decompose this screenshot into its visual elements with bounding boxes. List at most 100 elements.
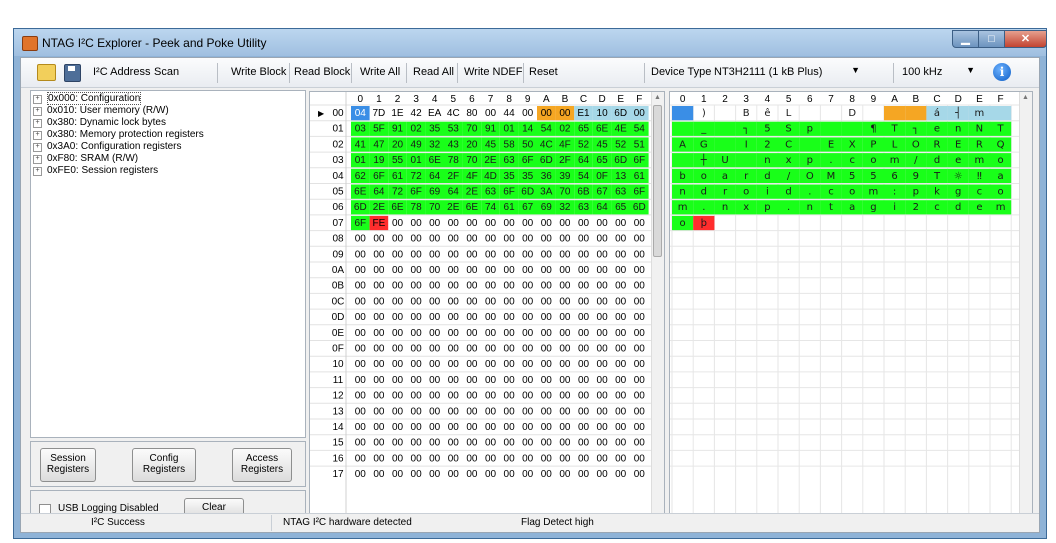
hex-cell[interactable]: 2E bbox=[484, 155, 497, 166]
hex-cell[interactable]: 65 bbox=[597, 155, 609, 166]
ascii-cell[interactable]: m bbox=[975, 108, 985, 119]
hex-cell[interactable]: 00 bbox=[559, 453, 571, 464]
hex-cell[interactable]: 69 bbox=[541, 202, 553, 213]
ascii-cell[interactable]: o bbox=[870, 155, 876, 166]
ascii-cell[interactable]: e bbox=[955, 155, 961, 166]
ascii-cell[interactable]: P bbox=[870, 139, 876, 150]
hex-cell[interactable]: 00 bbox=[559, 249, 571, 260]
session-registers-button[interactable]: Session Registers bbox=[40, 448, 96, 482]
hex-cell[interactable]: 54 bbox=[634, 124, 646, 135]
ascii-cell[interactable]: m bbox=[869, 187, 879, 198]
hex-cell[interactable]: 00 bbox=[541, 422, 553, 433]
hex-cell[interactable]: 1E bbox=[391, 108, 404, 119]
hex-cell[interactable]: 52 bbox=[615, 139, 627, 150]
read-all-button[interactable]: Read All bbox=[413, 66, 454, 78]
hex-cell[interactable]: 00 bbox=[485, 328, 497, 339]
hex-cell[interactable]: 6F bbox=[633, 187, 645, 198]
hex-cell[interactable]: 00 bbox=[411, 249, 423, 260]
hex-cell[interactable]: 00 bbox=[466, 406, 478, 417]
hex-cell[interactable]: 00 bbox=[578, 312, 590, 323]
hex-cell[interactable]: 13 bbox=[615, 171, 627, 182]
hex-cell[interactable]: 74 bbox=[485, 202, 497, 213]
hex-cell[interactable]: 01 bbox=[411, 155, 423, 166]
hex-cell[interactable]: 00 bbox=[411, 438, 423, 449]
hex-cell[interactable]: 91 bbox=[485, 124, 497, 135]
hex-cell[interactable]: 00 bbox=[559, 406, 571, 417]
hex-cell[interactable]: 00 bbox=[504, 375, 516, 386]
hex-cell[interactable]: 00 bbox=[355, 469, 367, 480]
hex-cell[interactable]: 91 bbox=[392, 124, 404, 135]
ascii-cell[interactable]: x bbox=[786, 155, 792, 166]
ascii-cell[interactable]: Q bbox=[997, 139, 1005, 150]
hex-cell[interactable]: 35 bbox=[429, 124, 441, 135]
hex-cell[interactable]: 00 bbox=[448, 234, 460, 245]
hex-cell[interactable]: 00 bbox=[541, 375, 553, 386]
hex-cell[interactable]: 00 bbox=[615, 218, 627, 229]
expand-icon[interactable]: + bbox=[33, 131, 42, 140]
hex-cell[interactable]: 00 bbox=[429, 249, 441, 260]
hex-cell[interactable]: 00 bbox=[597, 469, 609, 480]
ascii-cell[interactable]: e bbox=[934, 124, 940, 135]
hex-cell[interactable]: 00 bbox=[634, 218, 646, 229]
hex-cell[interactable]: 00 bbox=[411, 312, 423, 323]
hex-cell[interactable]: 00 bbox=[411, 359, 423, 370]
hex-cell[interactable]: 70 bbox=[466, 124, 478, 135]
hex-cell[interactable]: 00 bbox=[429, 391, 441, 402]
hex-cell[interactable]: 00 bbox=[411, 296, 423, 307]
hex-cell[interactable]: 6D bbox=[354, 202, 367, 213]
ascii-cell[interactable]: m bbox=[890, 155, 900, 166]
hex-cell[interactable]: 14 bbox=[522, 124, 534, 135]
hex-cell[interactable]: 00 bbox=[522, 438, 534, 449]
ascii-cell[interactable]: m bbox=[975, 155, 985, 166]
hex-cell[interactable]: 00 bbox=[634, 453, 646, 464]
hex-cell[interactable]: 6E bbox=[466, 202, 479, 213]
hex-cell[interactable]: 00 bbox=[355, 234, 367, 245]
hex-cell[interactable]: 00 bbox=[392, 422, 404, 433]
hex-cell[interactable]: 00 bbox=[634, 422, 646, 433]
hex-cell[interactable]: 00 bbox=[522, 218, 534, 229]
hex-cell[interactable]: 00 bbox=[485, 453, 497, 464]
hex-cell[interactable]: 00 bbox=[522, 296, 534, 307]
hex-cell[interactable]: 00 bbox=[392, 375, 404, 386]
hex-cell[interactable]: 00 bbox=[578, 249, 590, 260]
hex-cell[interactable]: 00 bbox=[373, 344, 385, 355]
hex-cell[interactable]: 00 bbox=[597, 406, 609, 417]
hex-cell[interactable]: 00 bbox=[485, 422, 497, 433]
read-block-button[interactable]: Read Block bbox=[294, 66, 350, 78]
ascii-cell[interactable]: D bbox=[848, 108, 856, 119]
save-icon[interactable] bbox=[64, 64, 81, 82]
ascii-cell[interactable]: d bbox=[955, 202, 961, 213]
ascii-cell[interactable]: R bbox=[934, 139, 941, 150]
hex-cell[interactable]: 00 bbox=[541, 234, 553, 245]
hex-cell[interactable]: 00 bbox=[355, 281, 367, 292]
hex-cell[interactable]: 00 bbox=[448, 438, 460, 449]
hex-cell[interactable]: 00 bbox=[373, 312, 385, 323]
ascii-cell[interactable]: n bbox=[679, 187, 685, 198]
hex-cell[interactable]: 00 bbox=[504, 438, 516, 449]
hex-cell[interactable]: 00 bbox=[559, 344, 571, 355]
hex-cell[interactable]: 61 bbox=[392, 171, 404, 182]
hex-cell[interactable]: 00 bbox=[559, 328, 571, 339]
hex-cell[interactable]: 64 bbox=[373, 187, 385, 198]
hex-cell[interactable]: 70 bbox=[429, 202, 441, 213]
hex-cell[interactable]: 00 bbox=[578, 453, 590, 464]
hex-cell[interactable]: 00 bbox=[541, 108, 553, 119]
ascii-cell[interactable]: d bbox=[934, 155, 940, 166]
hex-cell[interactable]: 00 bbox=[448, 249, 460, 260]
hex-cell[interactable]: 02 bbox=[559, 124, 571, 135]
hex-cell[interactable]: 00 bbox=[373, 422, 385, 433]
hex-cell[interactable]: 4F bbox=[559, 139, 571, 150]
hex-cell[interactable]: 00 bbox=[559, 108, 571, 119]
hex-cell[interactable]: 67 bbox=[597, 187, 609, 198]
hex-cell[interactable]: 00 bbox=[355, 312, 367, 323]
hex-cell[interactable]: 00 bbox=[541, 469, 553, 480]
hex-cell[interactable]: 00 bbox=[448, 281, 460, 292]
hex-cell[interactable]: 00 bbox=[355, 344, 367, 355]
hex-cell[interactable]: 6B bbox=[577, 187, 590, 198]
hex-cell[interactable]: 2E bbox=[373, 202, 386, 213]
ascii-cell[interactable]: c bbox=[934, 202, 940, 213]
hex-cell[interactable]: 00 bbox=[522, 234, 534, 245]
ascii-cell[interactable]: m bbox=[678, 202, 688, 213]
hex-cell[interactable]: 00 bbox=[411, 391, 423, 402]
hex-cell[interactable]: 00 bbox=[504, 359, 516, 370]
